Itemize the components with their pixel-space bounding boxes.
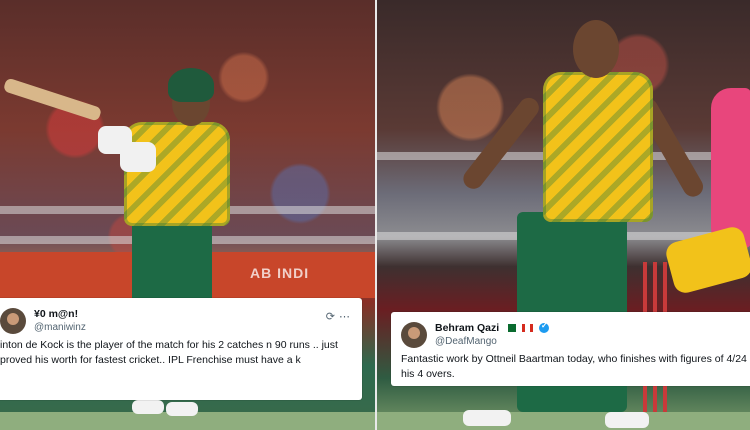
bowler-jersey [543, 72, 653, 222]
batter-jersey [124, 122, 230, 226]
batter-shoe [132, 400, 164, 414]
umpire [711, 88, 750, 248]
bowler-head [573, 20, 619, 78]
avatar[interactable] [0, 308, 26, 334]
refresh-icon[interactable]: ⟳ [326, 311, 339, 323]
more-icon[interactable]: ⋯ [339, 311, 354, 323]
batter-trousers [132, 216, 212, 306]
bowler-shoe [463, 410, 511, 426]
tweet-text: Fantastic work by Ottneil Baartman today… [401, 353, 750, 380]
bowler-shoe [605, 412, 649, 428]
display-name-row: Behram Qazi [435, 321, 549, 334]
tweet-text: inton de Kock is the player of the match… [0, 339, 338, 366]
display-name[interactable]: ¥0 m@n! [34, 308, 78, 320]
pitch-grass [377, 412, 750, 430]
pakistan-flag-icon [505, 324, 517, 333]
batter-shoe [166, 402, 198, 416]
tweet-card-right[interactable]: Behram Qazi @DeafMango ⟳ Fantastic work … [391, 312, 750, 386]
user-handle[interactable]: @DeafMango [435, 336, 497, 347]
display-name[interactable]: Behram Qazi [435, 322, 499, 334]
user-handle[interactable]: @maniwinz [34, 322, 86, 333]
board-text: AB INDI [250, 265, 310, 281]
tweet-card-left[interactable]: ¥0 m@n! @maniwinz ⟳⋯ inton de Kock is th… [0, 298, 362, 400]
canada-flag-icon [522, 324, 534, 333]
avatar[interactable] [401, 322, 427, 348]
tweet-actions: ⟳⋯ [326, 310, 354, 323]
batting-glove [120, 142, 156, 172]
batter-helmet [168, 68, 214, 102]
verified-badge-icon [538, 321, 549, 334]
